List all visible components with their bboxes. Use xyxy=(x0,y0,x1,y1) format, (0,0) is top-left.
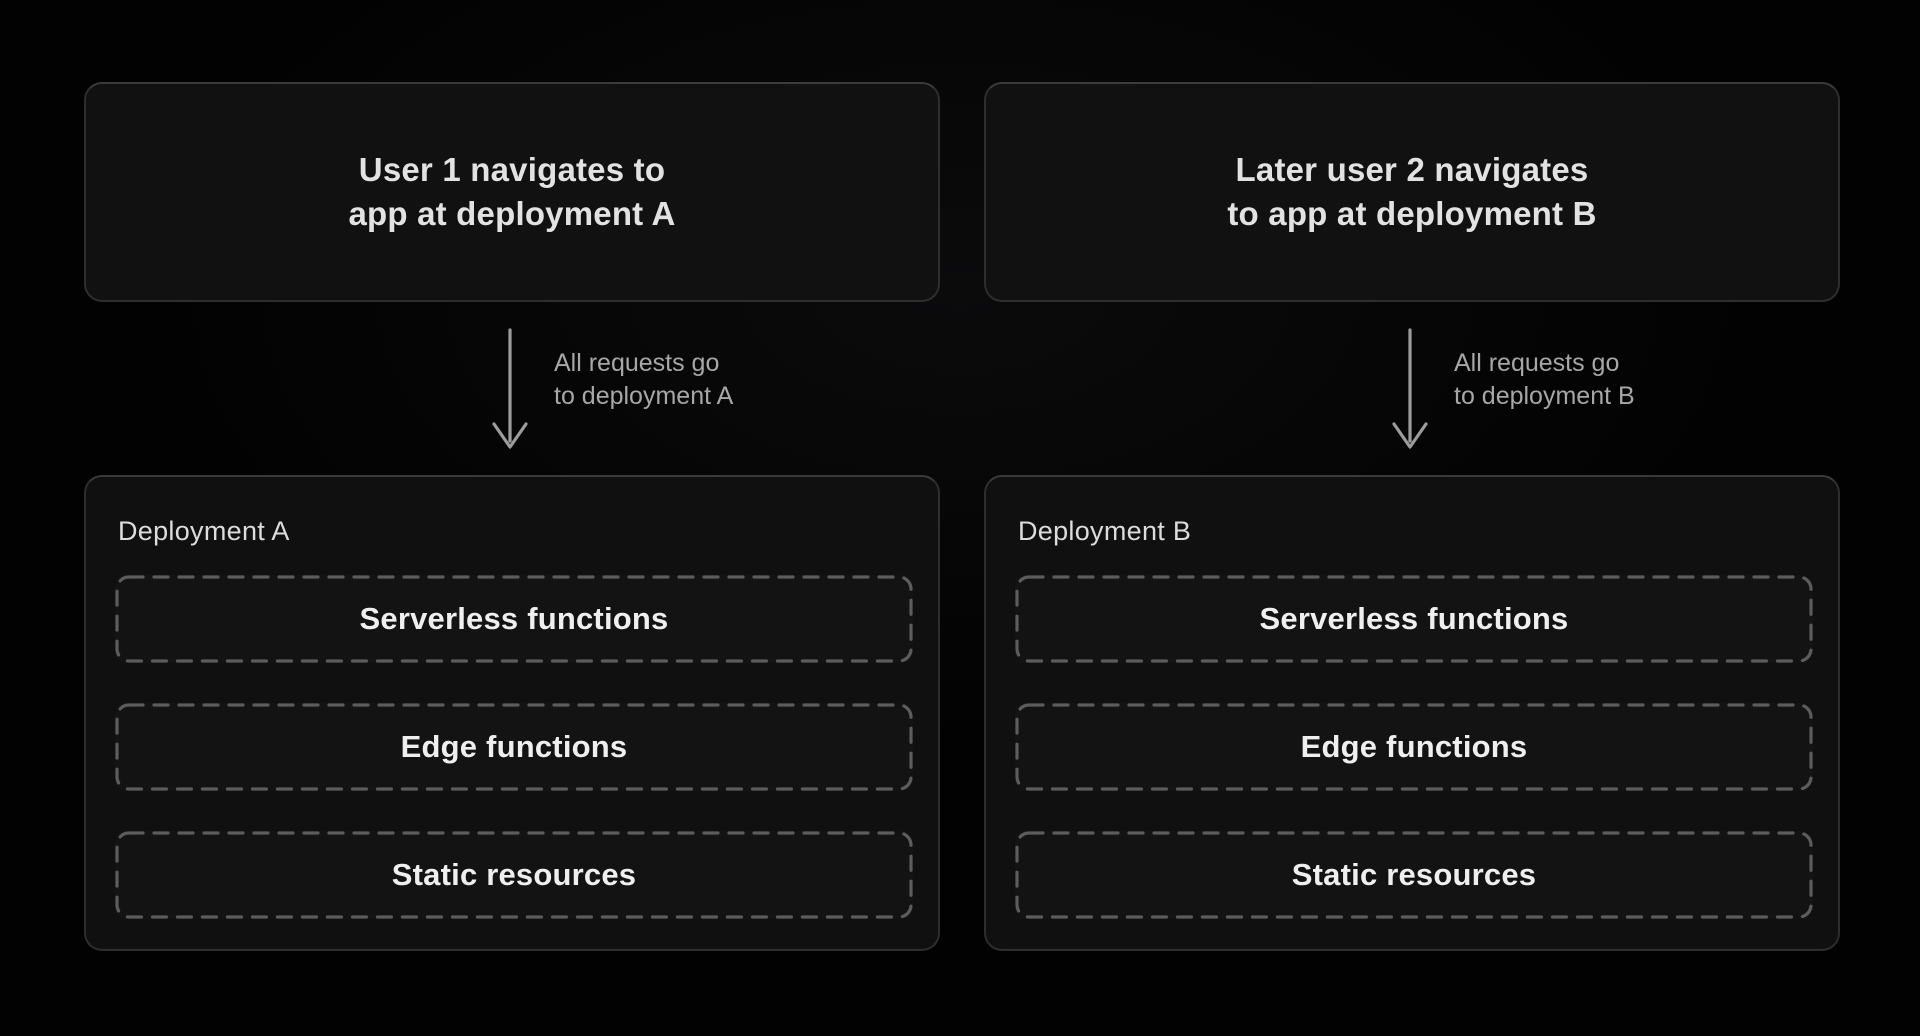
deployment-box-title: Deployment A xyxy=(118,515,290,547)
user-navigate-label: User 1 navigates to app at deployment A xyxy=(348,148,675,236)
item-static-resources: Static resources xyxy=(115,831,913,919)
deployment-a-box: Deployment A Serverless functions Edge f… xyxy=(84,475,940,951)
deployment-b-box: Deployment B Serverless functions Edge f… xyxy=(984,475,1840,951)
down-arrow-icon xyxy=(488,328,532,454)
item-label: Edge functions xyxy=(1301,729,1528,765)
item-edge-functions: Edge functions xyxy=(115,703,913,791)
deployment-a-flow: User 1 navigates to app at deployment A … xyxy=(84,0,940,1036)
item-label: Serverless functions xyxy=(360,601,669,637)
item-serverless-functions: Serverless functions xyxy=(1015,575,1813,663)
item-edge-functions: Edge functions xyxy=(1015,703,1813,791)
user-navigate-label: Later user 2 navigates to app at deploym… xyxy=(1227,148,1596,236)
item-static-resources: Static resources xyxy=(1015,831,1813,919)
deployment-routing-diagram: User 1 navigates to app at deployment A … xyxy=(0,0,1920,1036)
deployment-box-title: Deployment B xyxy=(1018,515,1191,547)
arrow-label: All requests go to deployment B xyxy=(1454,347,1635,413)
item-label: Static resources xyxy=(392,857,636,893)
user-navigate-box-a: User 1 navigates to app at deployment A xyxy=(84,82,940,302)
item-serverless-functions: Serverless functions xyxy=(115,575,913,663)
down-arrow-icon xyxy=(1388,328,1432,454)
item-label: Static resources xyxy=(1292,857,1536,893)
item-label: Serverless functions xyxy=(1260,601,1569,637)
arrow-label: All requests go to deployment A xyxy=(554,347,733,413)
user-navigate-box-b: Later user 2 navigates to app at deploym… xyxy=(984,82,1840,302)
deployment-b-flow: Later user 2 navigates to app at deploym… xyxy=(984,0,1840,1036)
item-label: Edge functions xyxy=(401,729,628,765)
